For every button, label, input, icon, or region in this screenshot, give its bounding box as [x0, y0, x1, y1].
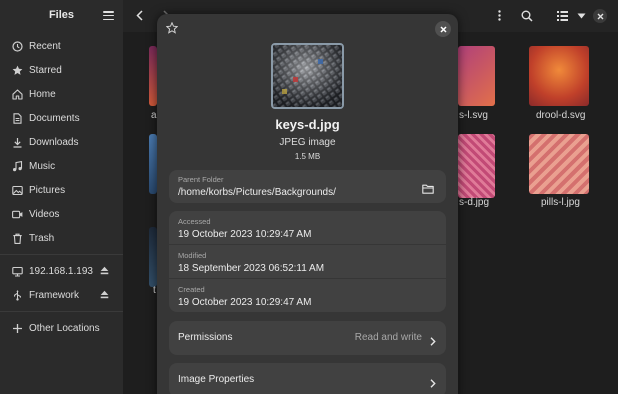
file-label[interactable]: a — [151, 110, 157, 121]
star-icon[interactable] — [165, 21, 179, 34]
created-row: Created 19 October 2023 10:29:47 AM — [169, 279, 446, 312]
list-view-icon[interactable] — [556, 9, 569, 22]
accessed-label: Accessed — [178, 217, 211, 226]
network-drive-icon — [12, 266, 23, 277]
sidebar-item-starred[interactable]: Starred — [0, 58, 123, 82]
usb-drive-icon — [12, 289, 23, 301]
music-icon — [12, 160, 23, 172]
sidebar-item-label: Framework — [29, 289, 80, 301]
sidebar: Files Recent Starred Home Documents Down… — [0, 0, 123, 394]
document-icon — [12, 112, 23, 124]
parent-folder-card: Parent Folder /home/korbs/Pictures/Backg… — [169, 170, 446, 203]
sidebar-item-label: Starred — [29, 64, 62, 76]
plus-icon — [12, 323, 23, 334]
modified-label: Modified — [178, 251, 207, 260]
clock-icon — [12, 40, 23, 52]
accessed-row: Accessed 19 October 2023 10:29:47 AM — [169, 211, 446, 244]
file-label[interactable]: pills-l.jpg — [541, 197, 580, 208]
sidebar-item-downloads[interactable]: Downloads — [0, 130, 123, 154]
sidebar-item-label: Recent — [29, 40, 61, 52]
back-icon[interactable] — [133, 9, 146, 22]
permissions-row[interactable]: Permissions Read and write — [169, 321, 446, 355]
star-icon — [12, 65, 23, 76]
open-folder-icon[interactable] — [422, 181, 434, 194]
sidebar-item-label: Music — [29, 160, 56, 172]
file-properties-dialog: keys-d.jpg JPEG image 1.5 MB Parent Fold… — [157, 14, 458, 394]
parent-folder-value[interactable]: /home/korbs/Pictures/Backgrounds/ — [178, 187, 336, 198]
pictures-icon — [12, 185, 23, 196]
main-menu-icon[interactable] — [103, 11, 114, 21]
window-close-icon[interactable] — [593, 9, 607, 23]
parent-folder-row: Parent Folder /home/korbs/Pictures/Backg… — [169, 170, 446, 203]
sidebar-header: Files — [0, 0, 123, 32]
file-label[interactable]: s-d.jpg — [459, 197, 489, 208]
image-properties-row[interactable]: Image Properties — [169, 363, 446, 394]
sidebar-divider — [0, 254, 123, 255]
file-thumbnail[interactable] — [529, 134, 589, 194]
sidebar-item-label: Home — [29, 88, 56, 100]
image-preview — [271, 43, 344, 109]
permissions-label: Permissions — [178, 332, 233, 343]
file-type: JPEG image — [279, 137, 336, 148]
chevron-right-icon — [430, 375, 436, 388]
sidebar-item-label: 192.168.1.193 — [29, 265, 93, 277]
sidebar-item-videos[interactable]: Videos — [0, 202, 123, 226]
permissions-value: Read and write — [354, 332, 422, 343]
modified-value: 18 September 2023 06:52:11 AM — [178, 263, 325, 274]
file-label[interactable]: t — [153, 285, 156, 296]
sidebar-item-documents[interactable]: Documents — [0, 106, 123, 130]
sidebar-places: Recent Starred Home Documents Downloads — [0, 34, 123, 340]
dates-card: Accessed 19 October 2023 10:29:47 AM Mod… — [169, 211, 446, 312]
accessed-value: 19 October 2023 10:29:47 AM — [178, 229, 312, 240]
path-menu-icon[interactable] — [493, 9, 506, 22]
parent-folder-label: Parent Folder — [178, 175, 224, 184]
sidebar-divider — [0, 311, 123, 312]
sidebar-item-trash[interactable]: Trash — [0, 226, 123, 250]
trash-icon — [12, 233, 23, 244]
sidebar-item-label: Trash — [29, 232, 55, 244]
created-value: 19 October 2023 10:29:47 AM — [178, 297, 312, 308]
file-thumbnail[interactable] — [458, 46, 495, 106]
sidebar-item-other-locations[interactable]: Other Locations — [0, 316, 123, 340]
sidebar-item-label: Downloads — [29, 136, 79, 148]
search-icon[interactable] — [520, 9, 533, 22]
eject-icon[interactable] — [100, 266, 109, 275]
video-icon — [12, 209, 23, 220]
home-icon — [12, 88, 23, 100]
eject-icon[interactable] — [100, 290, 109, 299]
sidebar-item-network-drive[interactable]: 192.168.1.193 — [0, 259, 123, 283]
image-properties-label: Image Properties — [178, 374, 255, 385]
file-thumbnail[interactable] — [529, 46, 589, 106]
file-thumbnail[interactable] — [458, 134, 495, 198]
file-thumbnail[interactable] — [149, 46, 157, 106]
file-label[interactable]: s-l.svg — [459, 110, 488, 121]
file-name: keys-d.jpg — [275, 117, 340, 132]
sidebar-item-label: Other Locations — [29, 322, 100, 334]
chevron-down-icon[interactable] — [575, 9, 588, 22]
file-thumbnail[interactable] — [149, 227, 157, 287]
file-size: 1.5 MB — [294, 152, 321, 161]
modified-row: Modified 18 September 2023 06:52:11 AM — [169, 245, 446, 278]
sidebar-item-recent[interactable]: Recent — [0, 34, 123, 58]
sidebar-item-pictures[interactable]: Pictures — [0, 178, 123, 202]
sidebar-item-label: Videos — [29, 208, 60, 220]
sidebar-item-label: Documents — [29, 112, 80, 124]
created-label: Created — [178, 285, 205, 294]
sidebar-item-framework[interactable]: Framework — [0, 283, 123, 307]
file-thumbnail[interactable] — [149, 134, 157, 194]
sidebar-item-music[interactable]: Music — [0, 154, 123, 178]
chevron-right-icon — [430, 333, 436, 346]
file-label[interactable]: drool-d.svg — [536, 110, 585, 121]
sidebar-item-label: Pictures — [29, 184, 66, 196]
download-icon — [12, 137, 23, 148]
sidebar-item-home[interactable]: Home — [0, 82, 123, 106]
close-icon[interactable] — [435, 21, 451, 37]
